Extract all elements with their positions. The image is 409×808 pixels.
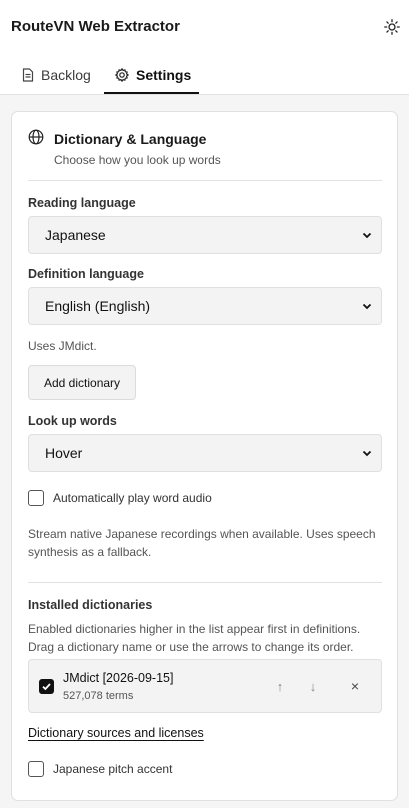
tab-backlog-label: Backlog <box>41 67 91 83</box>
app-header: RouteVN Web Extractor Backlog Settings <box>0 0 409 95</box>
tab-backlog[interactable]: Backlog <box>22 56 91 94</box>
reading-language-select[interactable]: Japanese <box>28 216 382 254</box>
remove-dictionary-button[interactable]: × <box>345 676 365 696</box>
definition-language-select[interactable]: English (English) <box>28 287 382 325</box>
auto-audio-checkbox[interactable] <box>28 490 44 506</box>
installed-dictionaries-label: Installed dictionaries <box>28 598 153 612</box>
dictionary-term-count: 527,078 terms <box>63 690 134 702</box>
checkmark-icon <box>42 683 51 691</box>
active-tab-indicator <box>104 92 199 94</box>
tab-settings-label: Settings <box>136 67 192 83</box>
move-up-button[interactable]: ↑ <box>270 676 290 696</box>
pitch-accent-label: Japanese pitch accent <box>53 762 173 776</box>
installed-dictionaries-description: Enabled dictionaries higher in the list … <box>28 622 361 654</box>
definition-language-label: Definition language <box>28 267 144 281</box>
dictionary-row[interactable]: JMdict [2026-09-15] 527,078 terms ↑ ↓ × <box>28 659 382 713</box>
chevron-down-icon <box>362 450 372 457</box>
lookup-words-value: Hover <box>45 445 83 461</box>
auto-audio-label: Automatically play word audio <box>53 491 212 505</box>
definition-language-value: English (English) <box>45 298 151 314</box>
pitch-accent-checkbox[interactable] <box>28 761 44 777</box>
dictionary-enabled-checkbox[interactable] <box>39 679 54 694</box>
gear-icon <box>115 68 129 82</box>
tab-settings[interactable]: Settings <box>104 56 199 94</box>
auto-audio-description: Stream native Japanese recordings when a… <box>28 527 376 559</box>
divider <box>28 180 382 181</box>
move-down-button[interactable]: ↓ <box>303 676 323 696</box>
chevron-down-icon <box>362 232 372 239</box>
section-subtitle: Choose how you look up words <box>54 153 221 167</box>
chevron-down-icon <box>362 303 372 310</box>
add-dictionary-button[interactable]: Add dictionary <box>28 365 137 400</box>
document-icon <box>22 68 34 82</box>
dictionary-sources-link[interactable]: Dictionary sources and licenses <box>28 726 204 740</box>
reading-language-value: Japanese <box>45 227 106 243</box>
reading-language-label: Reading language <box>28 196 136 210</box>
dictionary-settings-card: Dictionary & Language Choose how you loo… <box>11 111 398 801</box>
app-title: RouteVN Web Extractor <box>11 18 180 35</box>
section-title: Dictionary & Language <box>54 131 207 147</box>
divider <box>28 582 382 583</box>
sun-icon <box>384 19 400 35</box>
globe-icon <box>28 129 44 145</box>
lookup-words-select[interactable]: Hover <box>28 434 382 472</box>
theme-toggle-button[interactable] <box>381 16 403 38</box>
definition-source-note: Uses JMdict. <box>28 339 97 353</box>
lookup-words-label: Look up words <box>28 414 117 428</box>
dictionary-name: JMdict [2026-09-15] <box>63 671 174 685</box>
